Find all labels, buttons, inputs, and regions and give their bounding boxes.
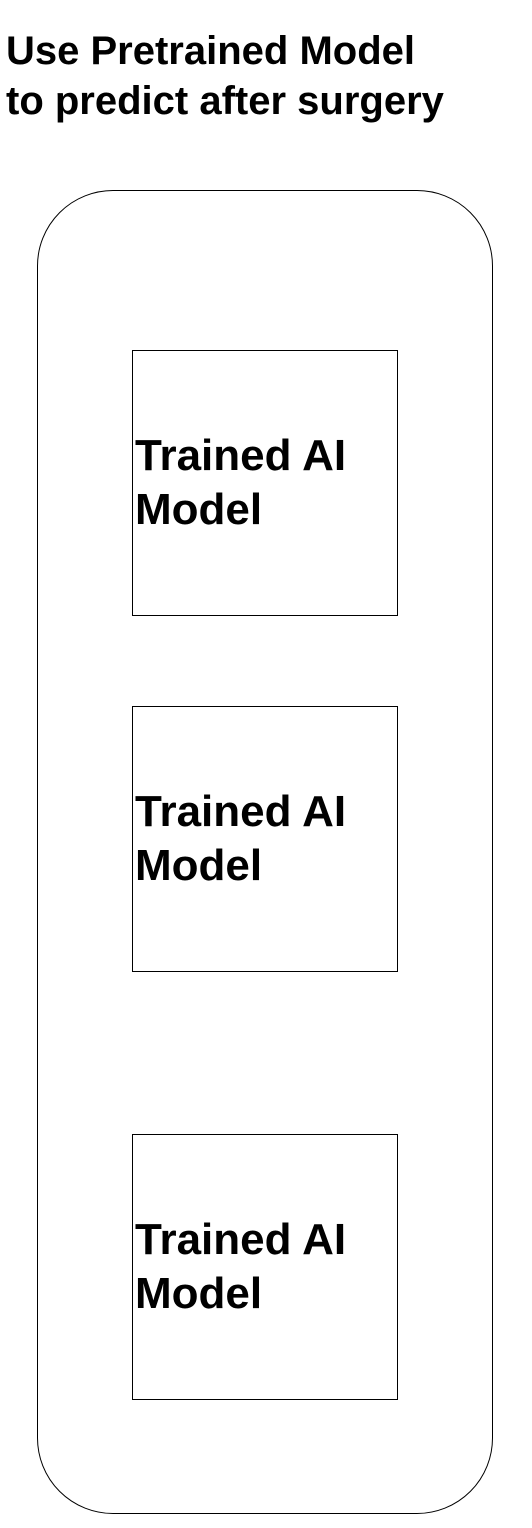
diagram-title-line-2: to predict after surgery [6, 79, 444, 123]
trained-model-box-3: Trained AI Model [132, 1134, 398, 1400]
diagram-title: Use Pretrained Model to predict after su… [6, 26, 532, 126]
trained-model-label-1: Trained AI Model [135, 431, 347, 534]
trained-model-box-2: Trained AI Model [132, 706, 398, 972]
trained-model-label-3: Trained AI Model [135, 1215, 347, 1318]
trained-model-box-1: Trained AI Model [132, 350, 398, 616]
trained-model-label-2: Trained AI Model [135, 787, 347, 890]
diagram-title-line-1: Use Pretrained Model [6, 29, 416, 73]
